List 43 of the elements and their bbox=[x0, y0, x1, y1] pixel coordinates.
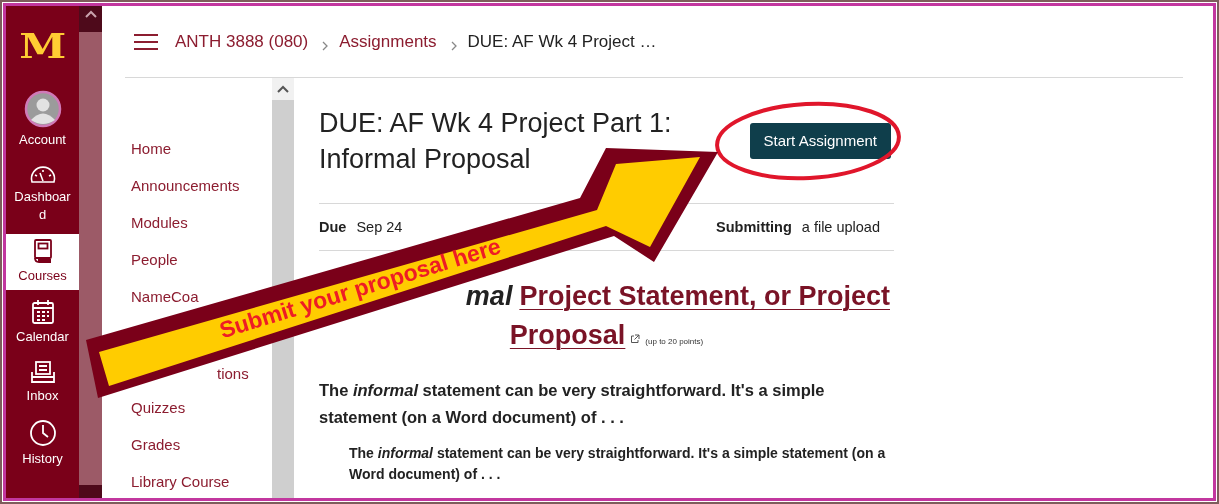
detail-label: Submitting bbox=[716, 219, 792, 235]
chevron-icon bbox=[450, 40, 458, 51]
course-nav-link[interactable]: Library Course bbox=[131, 472, 230, 492]
course-nav-link[interactable]: Grades bbox=[131, 435, 181, 455]
course-nav-link[interactable]: Announcements bbox=[131, 176, 240, 196]
calendar-icon bbox=[30, 299, 55, 325]
heading-link[interactable]: Project Statement, or Project bbox=[519, 281, 890, 312]
course-nav-link[interactable]: People bbox=[131, 250, 178, 270]
body-paragraph: The informal statement can be very straightforward. It's a simple statement (on a Word document) of . . . bbox=[319, 380, 826, 428]
course-nav-link[interactable]: Quizzes bbox=[131, 398, 186, 418]
nav-item[interactable]: History bbox=[6, 415, 79, 473]
course-nav-link[interactable]: tions bbox=[217, 364, 249, 384]
detail-value: Sep 24 bbox=[356, 219, 403, 235]
nav-item[interactable]: Dashboard bbox=[6, 159, 79, 229]
external-link-icon bbox=[630, 334, 641, 344]
heading-link[interactable]: Proposal bbox=[509, 320, 626, 351]
scrollbar[interactable] bbox=[79, 6, 102, 498]
book-icon bbox=[31, 238, 54, 264]
nav-item[interactable]: Inbox bbox=[6, 356, 79, 410]
body-paragraph: The informal statement can be very straightforward. It's a simple statement (on a Word document) of . . . bbox=[349, 444, 887, 484]
scroll-up-icon[interactable] bbox=[277, 85, 289, 93]
breadcrumb-link[interactable]: ANTH 3888 (080) bbox=[175, 31, 309, 52]
clock-icon bbox=[28, 419, 57, 447]
start-assignment-button[interactable]: Start Assignment bbox=[749, 122, 891, 159]
course-nav-link[interactable]: NameCoa bbox=[131, 287, 199, 307]
nav-item[interactable]: Calendar bbox=[6, 295, 79, 351]
course-nav-link[interactable]: Home bbox=[131, 139, 171, 159]
scroll-up-icon[interactable] bbox=[84, 10, 97, 18]
logo[interactable]: M bbox=[18, 29, 66, 63]
detail-value: a file upload bbox=[801, 219, 880, 235]
detail-label: Due bbox=[319, 219, 347, 235]
breadcrumb-link[interactable]: Assignments bbox=[339, 31, 437, 52]
breadcrumb-current: DUE: AF Wk 4 Project … bbox=[467, 31, 657, 52]
assignment-title: DUE: AF Wk 4 Project Part 1: Informal Proposal bbox=[319, 106, 673, 176]
nav-item[interactable]: Account bbox=[6, 86, 79, 154]
inbox-icon bbox=[29, 360, 56, 384]
nav-item[interactable]: Courses bbox=[6, 234, 79, 290]
chevron-icon bbox=[322, 40, 330, 51]
heading-text: mal bbox=[465, 281, 513, 312]
speedometer-icon bbox=[28, 163, 57, 185]
points-note: (up to 20 points) bbox=[645, 337, 704, 346]
user-avatar-icon bbox=[23, 90, 62, 128]
course-nav-link[interactable]: Modules bbox=[131, 213, 188, 233]
